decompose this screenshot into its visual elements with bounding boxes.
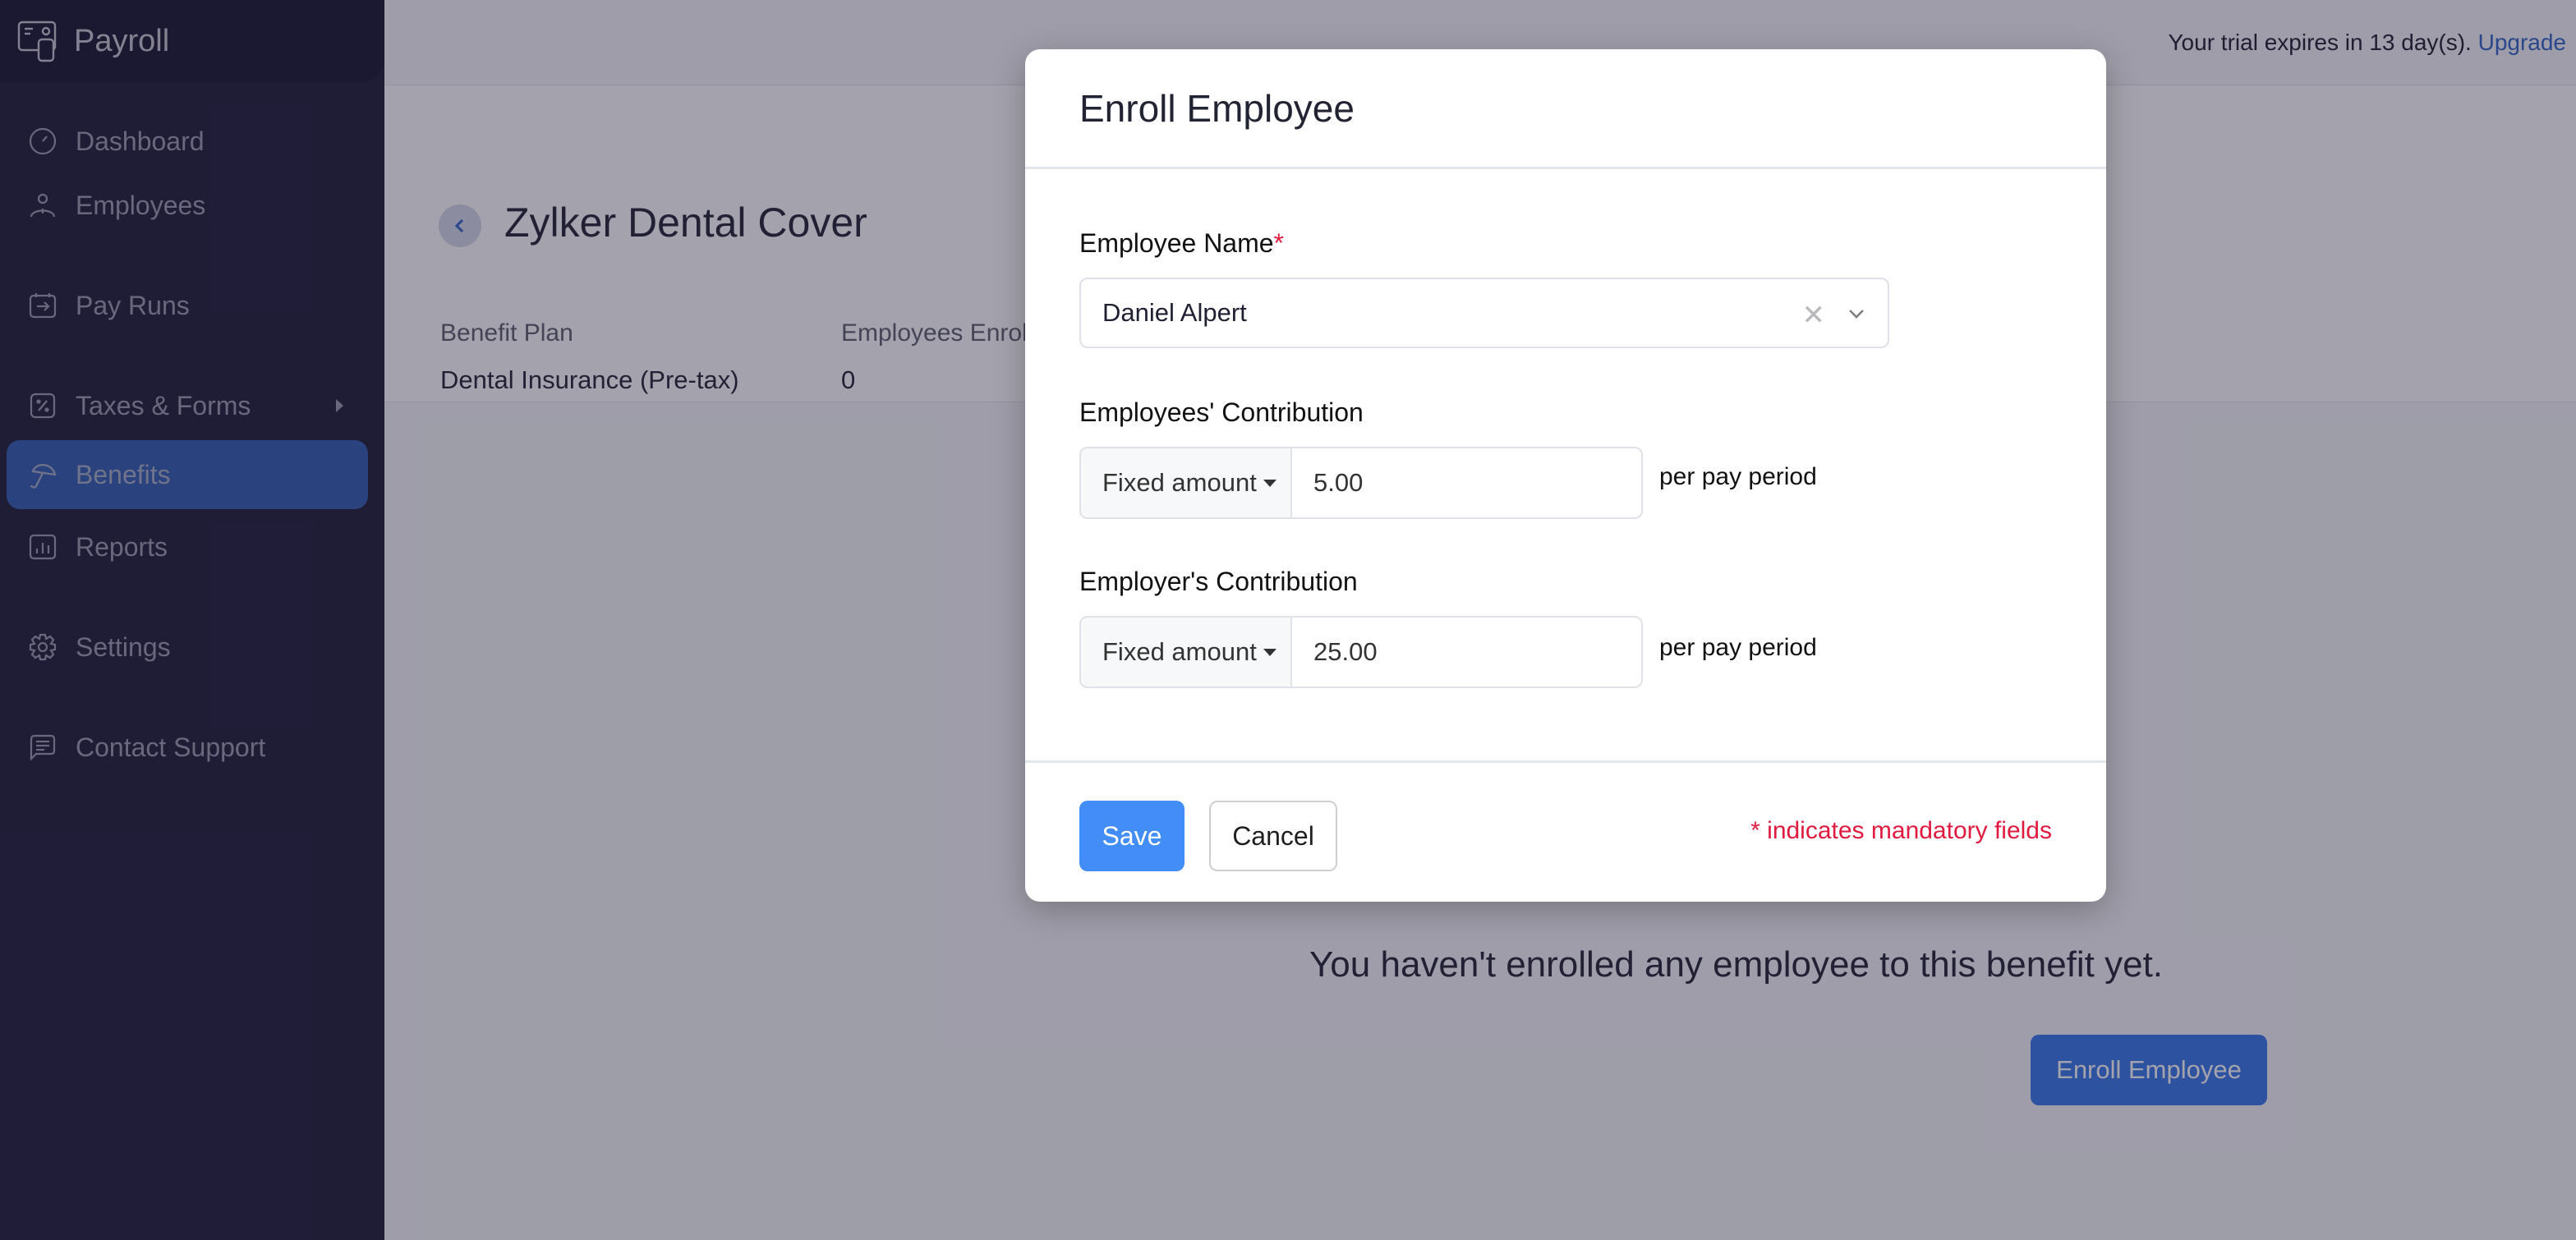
employee-contribution-type-select[interactable]: Fixed amount xyxy=(1081,448,1292,517)
caret-down-icon xyxy=(1263,648,1276,656)
employer-contribution-label: Employer's Contribution xyxy=(1079,567,1358,596)
employer-contribution-type-select[interactable]: Fixed amount xyxy=(1081,618,1292,687)
employee-contribution-group: Fixed amount xyxy=(1079,447,1643,519)
caret-down-icon xyxy=(1263,479,1276,487)
dialog-header: Enroll Employee xyxy=(1025,49,2106,169)
label-text: Employee Name xyxy=(1079,228,1274,258)
contribution-type-value: Fixed amount xyxy=(1102,637,1257,666)
employer-contribution-input[interactable] xyxy=(1292,618,1641,687)
employer-contribution-group: Fixed amount xyxy=(1079,616,1643,688)
employee-name-select[interactable]: Daniel Alpert ✕ xyxy=(1079,278,1889,348)
employee-contribution-label: Employees' Contribution xyxy=(1079,397,1364,427)
selected-employee: Daniel Alpert xyxy=(1102,298,1247,327)
employer-contribution-suffix: per pay period xyxy=(1659,634,1817,661)
employee-contribution-input[interactable] xyxy=(1292,448,1641,517)
cancel-button[interactable]: Cancel xyxy=(1209,801,1337,871)
mandatory-fields-note: * indicates mandatory fields xyxy=(1750,817,2052,844)
employee-contribution-suffix: per pay period xyxy=(1659,463,1817,490)
required-asterisk: * xyxy=(1273,228,1284,258)
dialog-title: Enroll Employee xyxy=(1079,86,1355,130)
contribution-type-value: Fixed amount xyxy=(1102,468,1257,497)
dialog-footer: Save Cancel * indicates mandatory fields xyxy=(1025,760,2106,902)
employee-name-label: Employee Name* xyxy=(1079,228,1284,259)
clear-selection-icon[interactable]: ✕ xyxy=(1802,299,1826,332)
save-button[interactable]: Save xyxy=(1079,801,1184,871)
chevron-down-icon[interactable] xyxy=(1847,304,1866,324)
enroll-employee-dialog: Enroll Employee Employee Name* Daniel Al… xyxy=(1025,49,2106,902)
